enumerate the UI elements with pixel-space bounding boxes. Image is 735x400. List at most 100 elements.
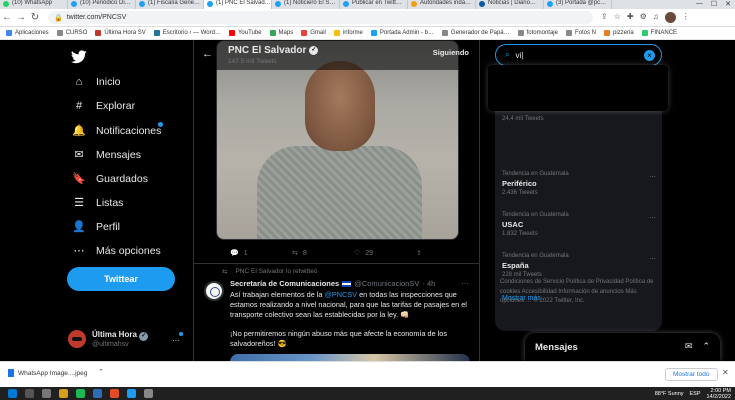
forward-icon[interactable]: → [14,12,28,23]
tweet-more-icon[interactable]: ··· [461,279,469,288]
trend-item[interactable]: Tendencia en Guatemala España 228 mil Twee… [502,253,569,278]
trend-more-icon[interactable]: ⋯ [649,255,656,263]
new-message-icon[interactable]: ✉ [685,341,693,352]
maximize-icon[interactable]: ☐ [711,0,717,9]
expand-icon[interactable]: ⌃ [702,341,710,352]
trend-more-icon[interactable]: ⋯ [649,214,656,222]
browser-tab[interactable]: (10) Periódico Di… [68,0,136,9]
mention-link[interactable]: @PNCSV [325,290,358,299]
extensions-area: ⇪ ☆ ✚ ⚙ ♫ ⋮ [601,12,690,23]
bookmark-item[interactable]: Maps [269,30,293,36]
bookmark-item[interactable]: FINANCE [641,30,678,36]
reply-action[interactable]: 💬 1 [230,249,248,258]
sidebar-item-más-opciones[interactable]: ⋯ Más opciones [72,244,161,258]
bookmark-item[interactable]: CURSO [56,30,87,36]
browser-tab[interactable]: (1) PNC El Salvad… [204,0,272,9]
sidebar-item-perfil[interactable]: 👤 Perfil [72,220,120,234]
messages-drawer[interactable]: Mensajes ✉ ⌃ [525,333,720,361]
back-icon[interactable]: ← [0,12,14,23]
bookmark-item[interactable]: Escritorio ‹ — Word… [153,30,221,36]
twitter-logo-icon[interactable] [70,50,87,64]
tweet-photo[interactable] [216,40,459,240]
sidebar-item-guardados[interactable]: 🔖 Guardados [72,172,148,186]
minimize-icon[interactable]: — [696,0,703,9]
close-download-bar-icon[interactable]: ✕ [722,368,729,377]
bookmark-item[interactable]: fotomontaje [517,30,558,36]
bookmark-item[interactable]: Generador de Papá… [441,30,510,36]
bookmark-favicon-icon [301,30,308,36]
search-taskbar-icon[interactable] [25,389,34,398]
trend-item[interactable]: Tendencia en Guatemala Periférico 2.436 Tw… [502,171,569,196]
sidebar-item-notificaciones[interactable]: 🔔 Notificaciones [72,122,164,137]
spotify-icon[interactable] [76,389,85,398]
bookmark-item[interactable]: Aplicaciones [6,30,49,36]
sidebar-item-listas[interactable]: ☰ Listas [72,196,123,210]
weather-status[interactable]: 88°F Sunny [655,391,684,397]
language-indicator[interactable]: ESP [690,391,701,397]
window-controls: — ☐ ✕ [695,0,735,9]
browser-tab[interactable]: Noticias | Diario… [476,0,544,9]
download-options-icon[interactable]: ⌃ [98,368,104,376]
bookmark-item[interactable]: Última Hora SV [95,30,146,36]
bookmark-item[interactable]: pizzeria [604,30,634,36]
browser-menu-icon[interactable]: ⋮ [682,12,690,23]
chrome-icon[interactable] [110,389,119,398]
clear-search-icon[interactable]: × [644,50,655,61]
browser-tab[interactable]: (3) Portada @pc… [544,0,612,9]
sidebar-item-mensajes[interactable]: ✉ Mensajes [72,148,141,162]
search-input[interactable]: ⌕ vi| × [495,44,662,66]
tweet-photo-second[interactable] [230,354,470,361]
browser-tab[interactable]: Autoridades inda… [408,0,476,9]
bookmark-favicon-icon [565,30,572,36]
download-item[interactable]: WhatsApp Image....jpeg [8,369,87,377]
task-view-icon[interactable] [42,389,51,398]
close-window-icon[interactable]: ✕ [725,0,731,9]
browser-tab[interactable]: (1) Fiscalía Gene… [136,0,204,9]
following-button[interactable]: Siguiendo [433,48,469,57]
bookmark-item[interactable]: YouTube [228,30,262,36]
puzzle-icon[interactable]: ⚙ [640,12,647,23]
reply-icon: 💬 [230,250,239,257]
reload-icon[interactable]: ↻ [28,12,42,23]
url-field[interactable]: 🔒 twitter.com/PNCSV [48,11,593,24]
footer-links[interactable]: Condiciones de Servicio Política de Priv… [500,278,660,307]
bookmarks-bar: Aplicaciones CURSO Última Hora SV Escritori… [0,27,735,40]
twitter-taskbar-icon[interactable] [127,389,136,398]
sidebar-item-label: Explorar [96,100,136,112]
share-action[interactable]: ⇪ [416,249,422,257]
retweet-action[interactable]: ⇆ 8 [292,249,307,258]
browser-tab[interactable]: Publicar en Twitt… [340,0,408,9]
trend-item[interactable]: Tendencia en Guatemala USAC 1.832 Tweets [502,212,569,237]
bookmark-item[interactable]: informe [333,30,363,36]
trend-more-icon[interactable]: ⋯ [649,173,656,181]
bookmark-item[interactable]: Portada Admin - b… [370,30,434,36]
author-name[interactable]: Secretaría de Comunicaciones [230,279,339,288]
tweet-button[interactable]: Twittear [67,267,175,291]
sidebar-item-inicio[interactable]: ⌂ Inicio [72,76,121,88]
bookmark-item[interactable]: Fotos N [565,30,596,36]
account-more-icon[interactable]: ··· [172,336,180,345]
account-switcher[interactable]: Última Hora ✓ @ultimahsv [68,330,149,348]
nav-icon: # [75,100,83,112]
bookmark-label: Escritorio ‹ — Word… [162,30,221,36]
browser-tab[interactable]: (1) Noticiero El S… [272,0,340,9]
app-icon[interactable] [93,389,102,398]
windows-start-icon[interactable] [8,389,17,398]
star-icon[interactable]: ☆ [614,12,621,23]
author-avatar[interactable] [204,281,224,301]
profile-avatar[interactable] [664,12,676,23]
trend-item[interactable]: 24,4 mil Tweets [502,114,544,122]
sidebar-item-explorar[interactable]: # Explorar [72,100,135,112]
extension-icon[interactable]: ✚ [627,12,634,23]
back-arrow-icon[interactable]: ← [202,48,213,60]
browser-tab[interactable]: (10) WhatsApp [0,0,68,9]
clock[interactable]: 2:00 PM 14/2/2022 [707,388,731,400]
like-action[interactable]: ♡ 29 [354,249,373,258]
bookmark-label: FINANCE [650,30,678,36]
app-icon-2[interactable] [144,389,153,398]
file-explorer-icon[interactable] [59,389,68,398]
share-icon[interactable]: ⇪ [601,12,608,23]
show-all-button[interactable]: Mostrar todo [665,368,718,381]
bookmark-item[interactable]: Gmail [301,30,326,36]
media-icon[interactable]: ♫ [653,12,659,23]
